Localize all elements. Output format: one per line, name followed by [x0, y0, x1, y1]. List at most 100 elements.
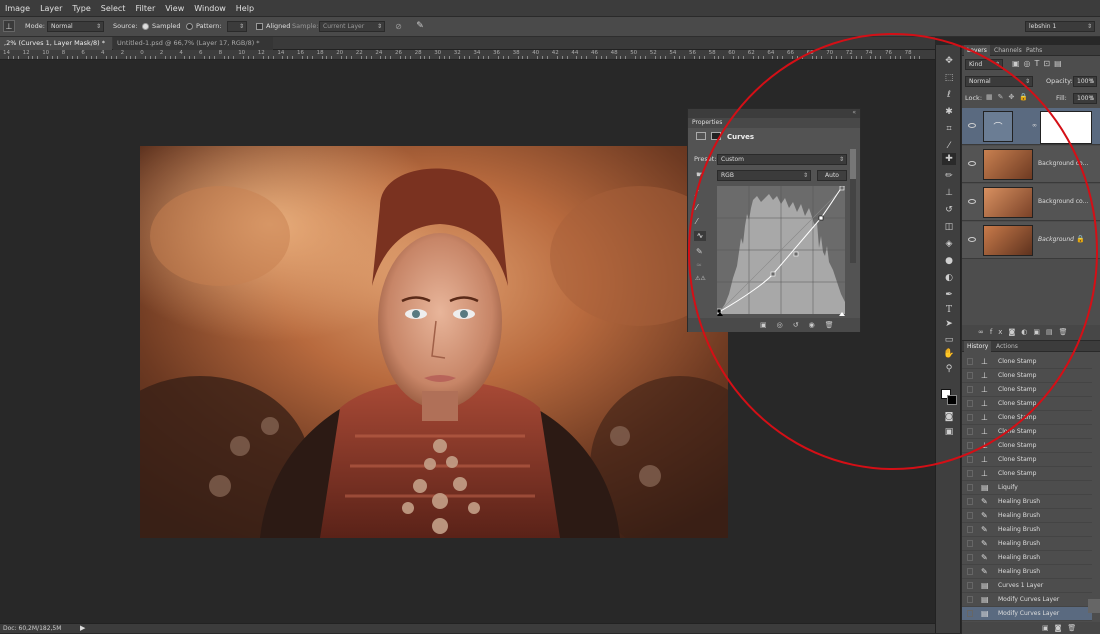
ruler-tick [399, 56, 401, 59]
aligned-checkbox[interactable] [256, 23, 263, 30]
status-arrow-icon[interactable]: ▶ [80, 624, 85, 632]
doc-tab-active[interactable]: ,2% (Curves 1, Layer Mask/8) * × [0, 37, 112, 60]
ruler-tick [52, 56, 53, 59]
workspace-select[interactable]: lebshin 1 [1025, 21, 1095, 32]
menu-type[interactable]: Type [67, 4, 95, 13]
scrollbar-thumb[interactable] [1088, 599, 1100, 613]
ruler-number: 44 [571, 50, 579, 56]
ruler-tick [502, 56, 504, 59]
history-item[interactable]: ✎ Healing Brush [962, 537, 1092, 551]
history-checkbox[interactable] [967, 568, 973, 575]
ruler-tick [640, 56, 641, 59]
menu-image[interactable]: Image [0, 4, 35, 13]
ruler-number: 52 [649, 50, 657, 56]
ruler-tick [546, 56, 548, 59]
history-checkbox[interactable] [967, 526, 973, 533]
mode-select[interactable]: Normal [47, 21, 104, 32]
history-checkbox[interactable] [967, 512, 973, 519]
sample-select[interactable]: Current Layer [319, 21, 385, 32]
history-item[interactable]: ✎ Healing Brush [962, 551, 1092, 565]
properties-title: Properties [692, 119, 723, 126]
history-item-label: Clone Stamp [998, 456, 1037, 463]
ruler-tick [96, 56, 98, 59]
history-footer-icons[interactable]: ▣◙🗑 [962, 622, 1100, 634]
menu-select[interactable]: Select [96, 4, 131, 13]
ruler-tick [782, 56, 784, 59]
clone-stamp-icon: ⊥ [981, 455, 988, 464]
history-checkbox[interactable] [967, 596, 973, 603]
ruler-tick [605, 56, 607, 59]
sampled-radio[interactable] [142, 23, 149, 30]
menu-help[interactable]: Help [231, 4, 259, 13]
ruler-number: 12 [257, 50, 265, 56]
menu-filter[interactable]: Filter [130, 4, 160, 13]
history-checkbox[interactable] [967, 554, 973, 561]
doc-tab-untitled[interactable]: Untitled-1.psd @ 66,7% (Layer 17, RGB/8)… [113, 37, 273, 60]
pattern-picker[interactable] [227, 21, 247, 32]
history-checkbox[interactable] [967, 456, 973, 463]
ruler-tick [287, 56, 289, 59]
history-checkbox[interactable] [967, 484, 973, 491]
history-item[interactable]: ▤ Modify Curves Layer [962, 607, 1092, 621]
ruler-tick [620, 56, 622, 59]
history-item[interactable]: ⊥ Clone Stamp [962, 453, 1092, 467]
ruler-tick [468, 56, 470, 59]
ruler-tick [346, 56, 347, 59]
ruler-tick [267, 56, 269, 59]
ruler-tick [404, 56, 406, 59]
ruler-tick [56, 56, 58, 59]
history-checkbox[interactable] [967, 610, 973, 617]
history-item[interactable]: ✎ Healing Brush [962, 565, 1092, 579]
ruler-tick [292, 56, 294, 59]
tab-channels[interactable]: Channels [991, 45, 1025, 56]
curves-adjustment-icon[interactable] [696, 132, 706, 140]
history-checkbox[interactable] [967, 540, 973, 547]
history-checkbox[interactable] [967, 470, 973, 477]
ruler-tick [213, 56, 215, 59]
pressure-icon[interactable]: ✎ [414, 20, 426, 32]
ruler-tick [444, 56, 445, 59]
mode-label: Mode: [25, 22, 45, 30]
menu-view[interactable]: View [160, 4, 189, 13]
ignore-adjustment-icon[interactable]: ⊘ [393, 21, 404, 32]
history-checkbox[interactable] [967, 582, 973, 589]
ruler-tick [718, 56, 720, 59]
pattern-radio[interactable] [186, 23, 193, 30]
history-item-label: Modify Curves Layer [998, 610, 1060, 617]
tab-paths[interactable]: Paths [1023, 45, 1045, 56]
ruler-tick [282, 56, 284, 59]
portrait-photo[interactable] [140, 146, 728, 538]
fill-input[interactable]: 100% [1073, 93, 1097, 104]
ruler-tick [208, 56, 210, 59]
ruler-tick [248, 56, 249, 59]
menu-window[interactable]: Window [189, 4, 231, 13]
history-item[interactable]: ▤ Liquify [962, 481, 1092, 495]
ruler-tick [586, 56, 588, 59]
ruler-tick [169, 56, 171, 59]
ruler-number: 28 [414, 50, 422, 56]
ruler-tick [463, 56, 465, 59]
ruler-number: 36 [493, 50, 500, 56]
history-item-label: Modify Curves Layer [998, 596, 1060, 603]
history-checkbox[interactable] [967, 498, 973, 505]
history-item[interactable]: ▤ Modify Curves Layer [962, 593, 1092, 607]
ruler-tick [7, 56, 9, 59]
healing-brush-icon: ✎ [981, 567, 988, 576]
filter-icons[interactable]: ▣◎T⊡▤ [1012, 59, 1066, 68]
history-item[interactable]: ✎ Healing Brush [962, 495, 1092, 509]
menu-layer[interactable]: Layer [35, 4, 67, 13]
ruler-tick [429, 56, 431, 59]
tool-preset-icon[interactable]: ⊥ [3, 20, 15, 32]
history-item[interactable]: ⊥ Clone Stamp [962, 467, 1092, 481]
status-bar: Doc: 60,2M/182,5M ▶ [0, 623, 935, 633]
ruler-number: 50 [630, 50, 638, 56]
opacity-input[interactable]: 100% [1073, 76, 1097, 87]
ruler-number: 38 [512, 50, 520, 56]
history-item[interactable]: ▤ Curves 1 Layer [962, 579, 1092, 593]
history-item-label: Clone Stamp [998, 470, 1037, 477]
history-item[interactable]: ✎ Healing Brush [962, 523, 1092, 537]
ruler-tick [272, 56, 274, 59]
history-item[interactable]: ✎ Healing Brush [962, 509, 1092, 523]
ruler-tick [625, 56, 627, 59]
ruler-tick [556, 56, 558, 59]
